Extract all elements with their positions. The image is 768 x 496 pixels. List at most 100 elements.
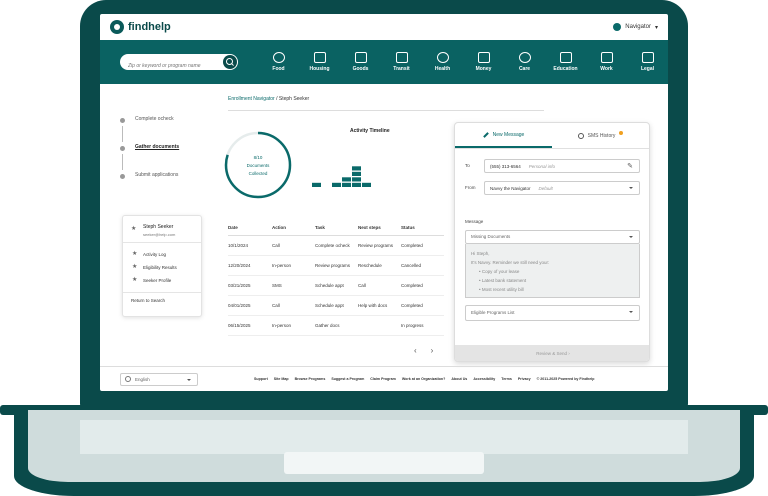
chevron-right-icon[interactable]: › [431,346,434,355]
house-icon [313,52,326,63]
edit-pencil-icon[interactable]: ✎ [627,162,633,170]
eligible-programs-select[interactable]: Eligible Programs List [465,305,640,321]
footer-link-support[interactable]: Support [254,377,268,381]
table-header: Date Action Task Next steps Status [228,220,444,236]
category-food[interactable]: Food [258,52,299,72]
seeker-card: ★ Steph Seeker seeker@help.com ★ Activity… [122,215,202,317]
chevron-left-icon[interactable]: ‹ [414,346,417,355]
step-submit-applications[interactable]: Submit applications [120,172,179,200]
to-hint: Personal info [528,163,556,169]
tab-sms-history[interactable]: SMS History [552,123,649,148]
footer-link-terms[interactable]: Terms [501,377,512,381]
cell-status: In progress [401,323,424,328]
seeker-name: Steph Seeker [143,224,174,230]
chevron-down-icon [629,311,633,313]
footer-links: Support Site Map Browse Programs Suggest… [254,377,594,381]
footer-copyright: © 2011-2025 Powered by Findhelp [536,377,595,381]
footer-link-suggest-program[interactable]: Suggest a Program [331,377,364,381]
progress-caption: Collected [248,171,268,176]
laptop-mockup: findhelp Navigator ▾ Food Housing Goods … [0,0,768,496]
cell-date: 04/01/2025 [228,303,251,308]
to-field[interactable]: (555) 313-6564 Personal info ✎ [484,159,640,173]
category-health[interactable]: Health [422,52,463,72]
category-education[interactable]: Education [545,52,586,72]
user-menu[interactable]: Navigator ▾ [613,23,658,31]
header-next-steps[interactable]: Next steps [358,225,401,230]
step-marker [120,118,125,123]
category-transit[interactable]: Transit [381,52,422,72]
tab-new-message[interactable]: New Message [455,123,552,148]
cell-task: Schedule appt [315,303,344,308]
search-box [120,54,238,74]
seeker-link-eligibility-results[interactable]: ★ Eligibility Results [132,261,193,274]
message-list-item: Latest bank statement [471,276,634,285]
seeker-link-activity-log[interactable]: ★ Activity Log [132,248,193,261]
template-select[interactable]: Missing Documents [465,230,640,244]
table-pager: ‹ › [414,346,433,355]
table-row[interactable]: 10/1/2024 Call Complete ocheck Review pr… [228,236,444,256]
table-row[interactable]: 03/21/2025 SMS Schedule appt Call Comple… [228,276,444,296]
cell-action: Call [272,243,280,248]
footer-link-claim-program[interactable]: Claim Program [370,377,396,381]
cell-status: Cancelled [401,263,422,268]
cell-task: Complete ocheck [315,243,350,248]
header-action[interactable]: Action [272,225,315,230]
cell-date: 12/20/2024 [228,263,251,268]
briefcase-icon [600,52,613,63]
step-marker [120,174,125,179]
timeline-bar-6-block-1 [362,182,371,187]
footer-link-accessibility[interactable]: Accessibility [473,377,495,381]
brand-name: findhelp [128,21,171,33]
category-list: Food Housing Goods Transit Health Money … [258,52,668,72]
breadcrumb-parent[interactable]: Enrollment Navigator [228,96,275,102]
footer-link-privacy[interactable]: Privacy [518,377,531,381]
timeline-bar-5-block-3 [352,171,361,176]
cell-task: Gather docs [315,323,340,328]
table-row[interactable]: 06/15/2025 In-person Gather docs In prog… [228,316,444,336]
header-status[interactable]: Status [401,225,444,230]
seeker-link-seeker-profile[interactable]: ★ Seeker Profile [132,274,193,287]
table-row[interactable]: 04/01/2025 Call Schedule appt Help with … [228,296,444,316]
table-row[interactable]: 12/20/2024 In-person Review programs Res… [228,256,444,276]
caret-down-icon: ▾ [654,24,658,31]
category-housing[interactable]: Housing [299,52,340,72]
progress-unit: Documents [246,163,270,168]
history-icon [577,132,584,139]
to-value: (555) 313-6564 [490,163,521,169]
footer-link-about-us[interactable]: About Us [451,377,467,381]
return-to-search-link[interactable]: Return to Search [131,298,193,303]
category-money[interactable]: Money [463,52,504,72]
footer-link-browse-programs[interactable]: Browse Programs [295,377,326,381]
footer-link-work-at-org[interactable]: Work at an Organization? [402,377,445,381]
step-gather-documents[interactable]: Gather documents [120,144,179,172]
apple-icon [272,52,285,63]
category-work[interactable]: Work [586,52,627,72]
header-task[interactable]: Task [315,225,358,230]
footer-link-site-map[interactable]: Site Map [274,377,289,381]
timeline-bar-5-block-1 [352,182,361,187]
brand-logo[interactable]: findhelp [110,20,171,34]
search-icon[interactable] [223,55,237,69]
footer: English Support Site Map Browse Programs… [100,366,668,391]
message-body[interactable]: Hi Steph, It's Navvy. Reminder we still … [465,244,640,298]
timeline-bar-5-block-2 [352,177,361,182]
enrollment-steps: Complete ocheck Gather documents Submit … [120,116,179,200]
category-legal[interactable]: Legal [627,52,668,72]
header-date[interactable]: Date [228,225,272,230]
category-care[interactable]: Care [504,52,545,72]
money-icon [477,52,490,63]
breadcrumb-current: Steph Seeker [278,96,310,102]
chevron-right-icon: › [568,351,570,356]
from-hint: Default [538,185,553,191]
category-goods[interactable]: Goods [340,52,381,72]
star-icon: ★ [132,264,138,270]
review-send-button[interactable]: Review & Send › [455,345,649,361]
from-select[interactable]: Navvy the Navigator Default [484,181,640,195]
search-input[interactable] [120,58,220,74]
message-label: Message [465,219,484,224]
to-label: To [465,163,470,168]
step-complete-ocheck[interactable]: Complete ocheck [120,116,179,144]
cell-action: Call [272,303,280,308]
language-select[interactable]: English [120,372,198,386]
cell-status: Completed [401,303,423,308]
